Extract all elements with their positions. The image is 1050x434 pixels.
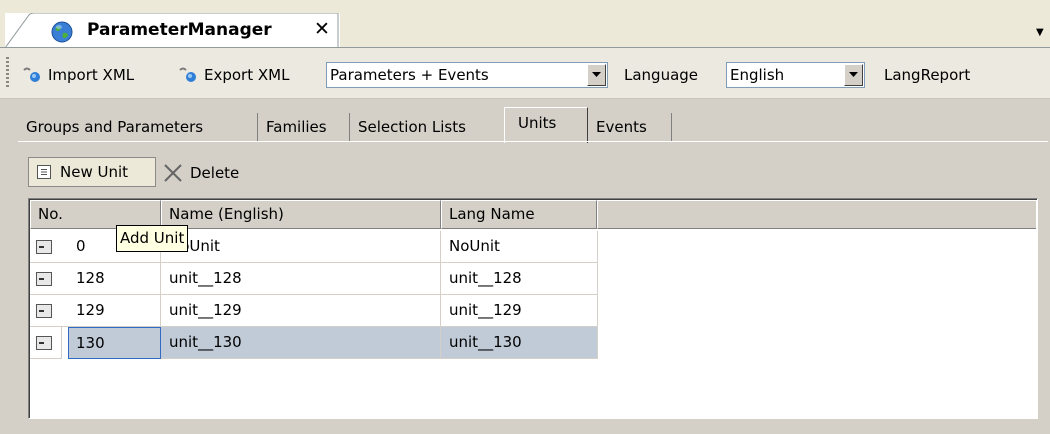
- export-xml-label: Export XML: [204, 66, 290, 84]
- tab-selection-lists[interactable]: Selection Lists: [350, 113, 506, 141]
- tab-families[interactable]: Families: [258, 113, 350, 141]
- langreport-button[interactable]: LangReport: [884, 66, 970, 84]
- document-tab-strip: ParameterManager ✕ ▼: [0, 0, 1050, 48]
- cell-no[interactable]: 128: [30, 263, 161, 295]
- column-header-name[interactable]: Name (English): [161, 200, 441, 229]
- tab-events[interactable]: Events: [588, 113, 672, 141]
- cell-name[interactable]: unit__129: [161, 295, 441, 327]
- new-unit-icon: [37, 165, 51, 179]
- import-xml-icon: [23, 67, 40, 82]
- table-row[interactable]: 129 unit__129 unit__129: [30, 295, 598, 327]
- filter-value: Parameters + Events: [330, 66, 489, 84]
- row-icon-cell: [30, 327, 62, 359]
- cell-lang-name[interactable]: unit__130: [441, 327, 598, 359]
- document-tab[interactable]: ParameterManager ✕: [5, 13, 340, 48]
- cell-no-text: 128: [76, 269, 105, 287]
- cell-lang-name[interactable]: NoUnit: [441, 231, 598, 263]
- tab-units[interactable]: Units: [504, 107, 588, 143]
- cell-no-text: 0: [76, 237, 86, 255]
- document-tab-title: ParameterManager: [87, 20, 272, 40]
- import-xml-button[interactable]: Import XML: [22, 64, 134, 86]
- cell-name[interactable]: NoUnit: [161, 231, 441, 263]
- delete-label: Delete: [190, 164, 240, 182]
- tab-panel-border: [18, 141, 1048, 142]
- language-dropdown-button[interactable]: [844, 64, 863, 86]
- language-label: Language: [624, 66, 699, 84]
- unit-row-icon: [36, 272, 52, 286]
- import-xml-label: Import XML: [48, 66, 135, 84]
- unit-row-icon: [36, 304, 52, 318]
- column-header-lang-name[interactable]: Lang Name: [441, 200, 597, 229]
- unit-row-icon: [36, 336, 52, 350]
- delete-icon: [164, 164, 182, 182]
- cell-no[interactable]: 129: [30, 295, 161, 327]
- delete-button[interactable]: Delete: [162, 160, 239, 186]
- cell-name[interactable]: unit__130: [161, 327, 441, 359]
- filter-combobox[interactable]: Parameters + Events: [326, 62, 608, 88]
- globe-icon: [51, 21, 73, 43]
- main-toolbar: Import XML Export XML Parameters + Event…: [0, 48, 1050, 99]
- export-xml-icon: [179, 67, 196, 82]
- toolbar-grip[interactable]: [6, 57, 9, 87]
- cell-no-current[interactable]: 130: [68, 327, 161, 359]
- column-header-filler: [597, 200, 1036, 229]
- close-tab-icon[interactable]: ✕: [314, 18, 330, 40]
- new-unit-button[interactable]: New Unit: [28, 157, 156, 187]
- language-value: English: [730, 66, 785, 84]
- add-unit-tooltip: Add Unit: [116, 225, 189, 252]
- inner-tab-control: Groups and Parameters Families Selection…: [18, 107, 1048, 143]
- table-row-selected[interactable]: 130 unit__130 unit__130: [30, 327, 598, 359]
- filter-dropdown-button[interactable]: [587, 64, 606, 86]
- language-combobox[interactable]: English: [726, 62, 865, 88]
- cell-name[interactable]: unit__128: [161, 263, 441, 295]
- cell-lang-name[interactable]: unit__128: [441, 263, 598, 295]
- tab-groups-and-parameters[interactable]: Groups and Parameters: [18, 113, 258, 141]
- export-xml-button[interactable]: Export XML: [178, 64, 289, 86]
- cell-lang-name[interactable]: unit__129: [441, 295, 598, 327]
- new-unit-label: New Unit: [60, 163, 129, 181]
- tab-list-dropdown-icon[interactable]: ▼: [1036, 28, 1044, 38]
- chevron-down-icon: [592, 72, 601, 77]
- chevron-down-icon: [849, 72, 858, 77]
- unit-row-icon: [36, 240, 52, 254]
- cell-no-text: 129: [76, 301, 105, 319]
- table-row[interactable]: 128 unit__128 unit__128: [30, 263, 598, 295]
